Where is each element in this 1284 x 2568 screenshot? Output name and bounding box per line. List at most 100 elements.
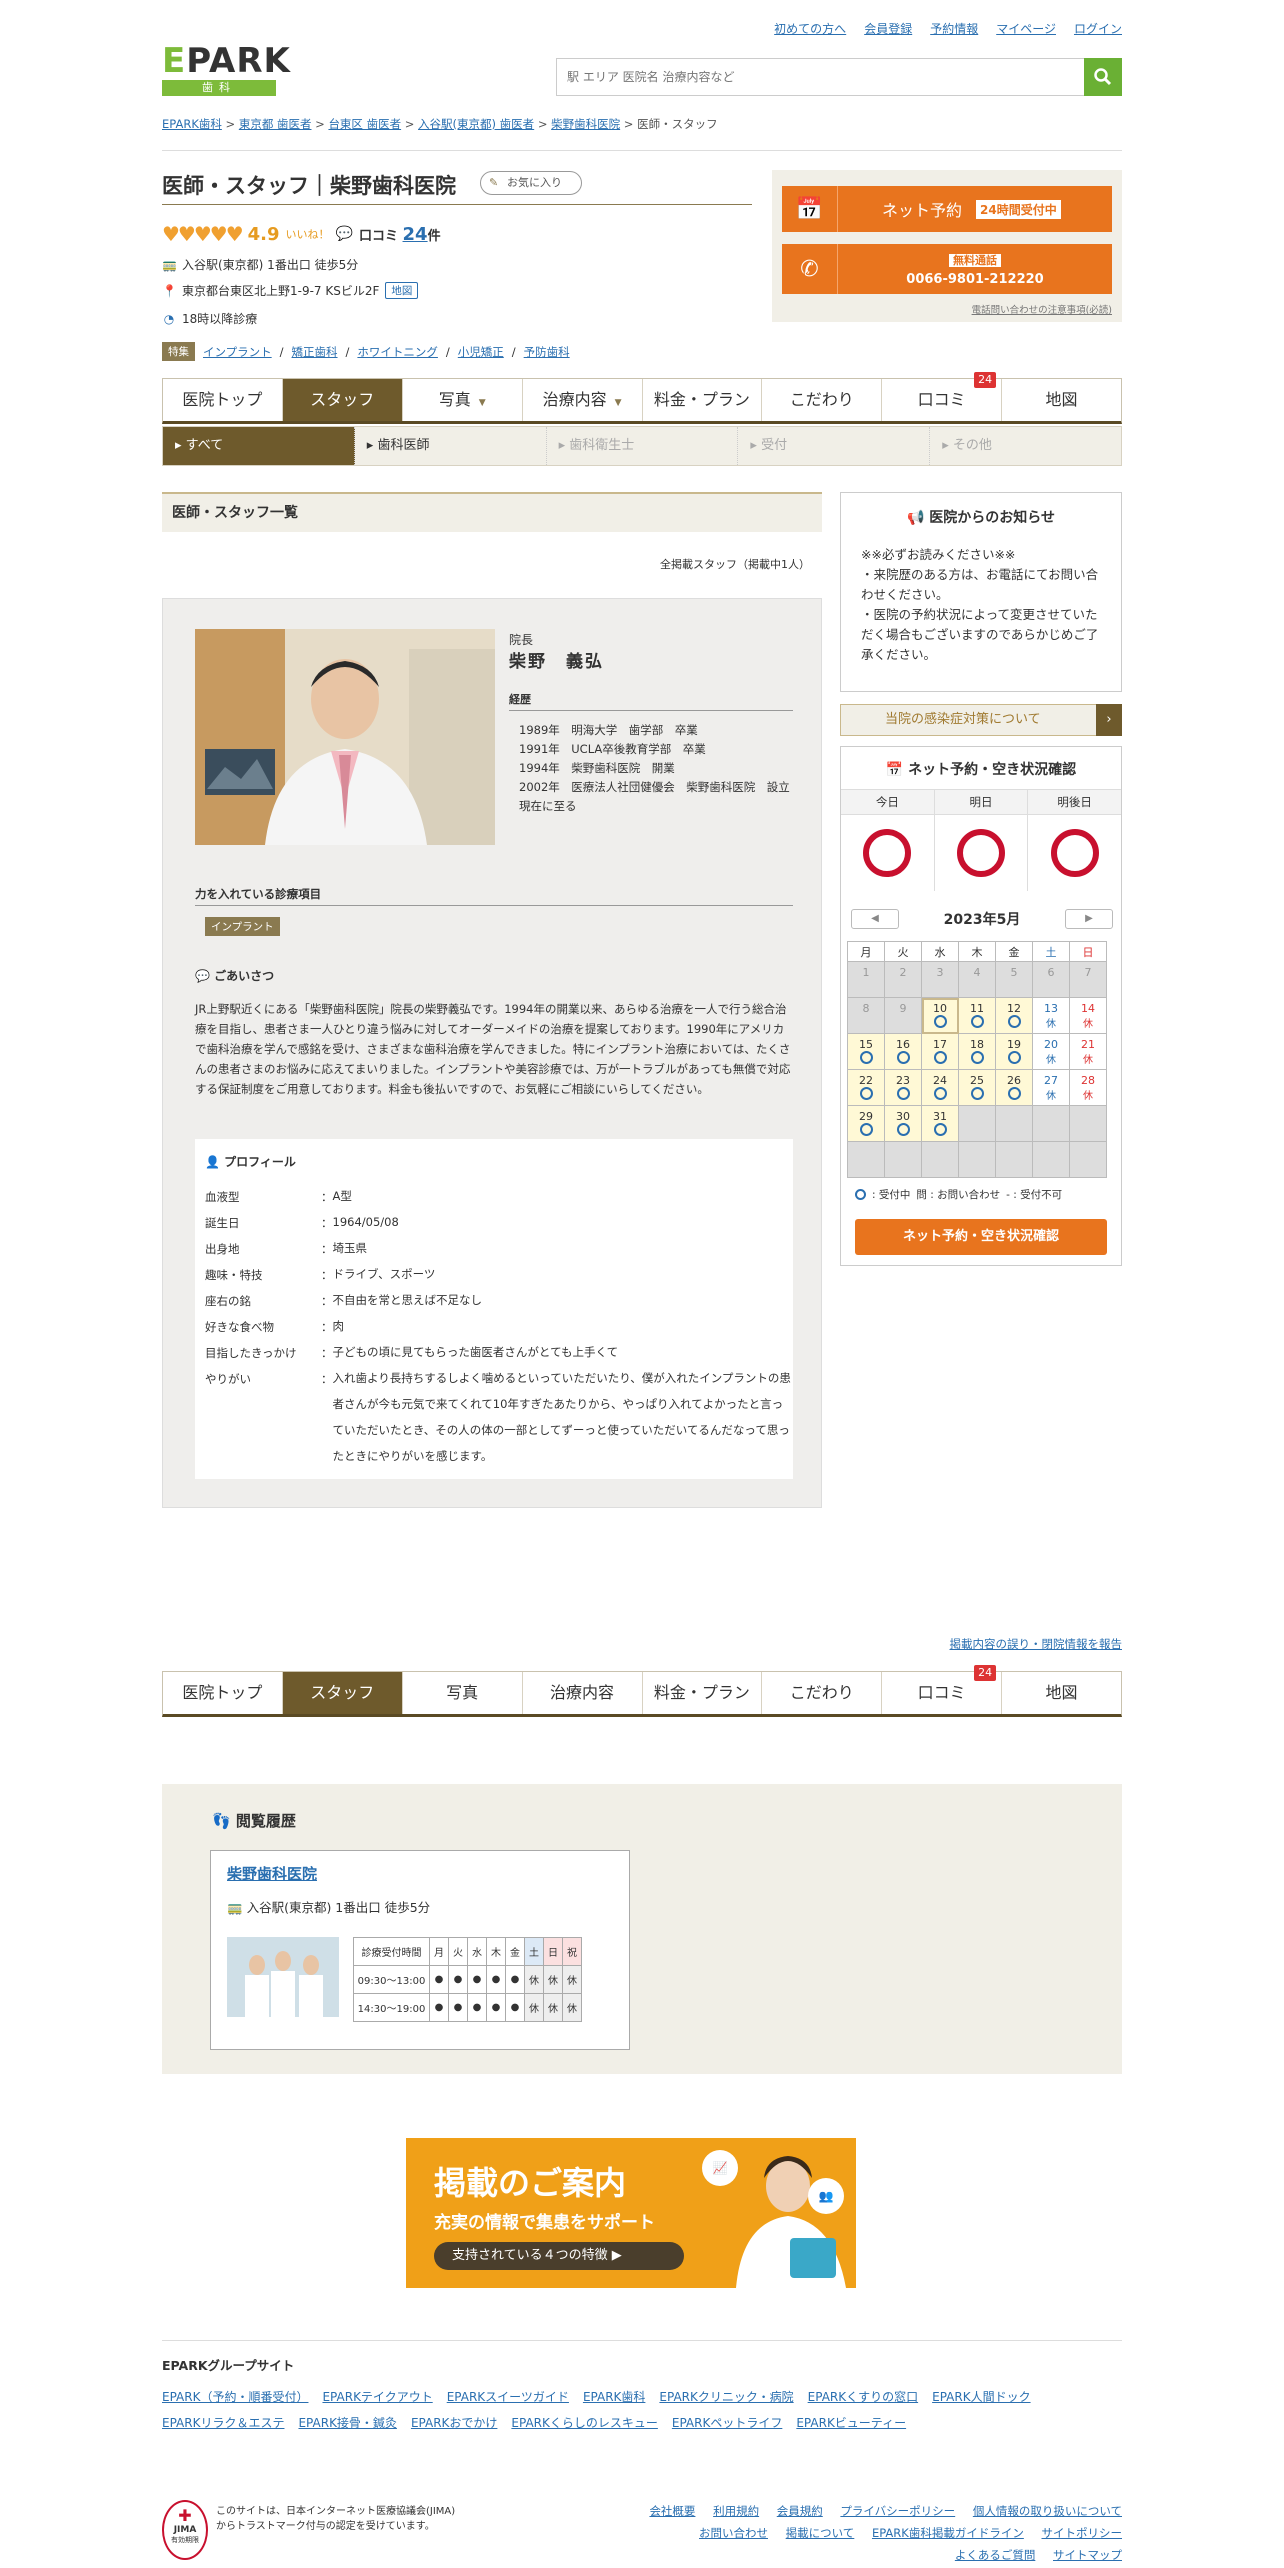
availability-button[interactable]: ネット予約・空き状況確認 <box>855 1219 1107 1255</box>
group-link[interactable]: EPARKクリニック・病院 <box>659 2384 793 2410</box>
footer-link[interactable]: 利用規約 <box>713 2504 759 2518</box>
day-after[interactable]: 明後日 <box>1028 790 1122 891</box>
crumb-link[interactable]: 入谷駅(東京都) 歯医者 <box>418 117 534 131</box>
footer-link[interactable]: 掲載について <box>786 2526 855 2540</box>
map-link[interactable]: 地図 <box>385 282 419 299</box>
subtab-dentist[interactable]: ▸ 歯科医師 <box>355 427 547 465</box>
calendar-day[interactable]: 15 <box>847 1033 885 1070</box>
group-link[interactable]: EPARKペットライフ <box>672 2410 782 2436</box>
link-login[interactable]: ログイン <box>1074 20 1122 37</box>
footer-link[interactable]: 個人情報の取り扱いについて <box>973 2504 1122 2518</box>
phone-note-link[interactable]: 電話問い合わせの注意事項(必読) <box>972 302 1112 316</box>
tab-top[interactable]: 医院トップ <box>163 379 283 421</box>
feature-link[interactable]: 予防歯科 <box>524 344 570 360</box>
calendar-month: 2023年5月 <box>943 912 1021 928</box>
calendar-day[interactable]: 30 <box>884 1105 922 1142</box>
history-clinic-link[interactable]: 柴野歯科医院 <box>227 1863 317 1884</box>
footer-link[interactable]: EPARK歯科掲載ガイドライン <box>872 2526 1024 2540</box>
favorite-button[interactable]: ✎ お気に入り <box>480 171 582 195</box>
calendar-day[interactable]: 23 <box>884 1069 922 1106</box>
tab-treatment[interactable]: 治療内容 <box>523 1672 643 1714</box>
footer-link[interactable]: サイトマップ <box>1053 2548 1122 2562</box>
feature-link[interactable]: 矯正歯科 <box>292 344 338 360</box>
calendar-day[interactable]: 11 <box>958 997 996 1034</box>
jima-seal[interactable]: ✚ JIMA 有効期限 <box>162 2500 208 2560</box>
history-card[interactable]: 柴野歯科医院 🚃 入谷駅(東京都) 1番出口 徒歩5分 診療受付時間月火水木金土… <box>210 1850 630 2050</box>
report-link[interactable]: 掲載内容の誤り・閉院情報を報告 <box>950 1636 1123 1652</box>
tab-photo[interactable]: 写真 <box>403 1672 523 1714</box>
crumb-link[interactable]: EPARK歯科 <box>162 117 222 131</box>
calendar-day[interactable]: 24 <box>921 1069 959 1106</box>
net-reserve-button[interactable]: 📅 ネット予約 24時間受付中 <box>782 186 1112 232</box>
group-link[interactable]: EPARKテイクアウト <box>322 2384 432 2410</box>
footer-link[interactable]: よくあるご質問 <box>955 2548 1036 2562</box>
footer-link[interactable]: サイトポリシー <box>1042 2526 1123 2540</box>
calendar-day[interactable]: 10 <box>921 997 959 1034</box>
crumb-link[interactable]: 柴野歯科医院 <box>551 117 620 131</box>
tab-kodawari[interactable]: こだわり <box>762 1672 883 1714</box>
group-link[interactable]: EPARK歯科 <box>583 2384 645 2410</box>
calendar-day[interactable]: 22 <box>847 1069 885 1106</box>
search-button[interactable] <box>1084 58 1122 96</box>
tab-price[interactable]: 料金・プラン <box>643 379 763 421</box>
feature-link[interactable]: 小児矯正 <box>458 344 504 360</box>
tab-review[interactable]: 口コミ 24 <box>882 372 1003 421</box>
feature-link[interactable]: インプラント <box>203 344 272 360</box>
tab-photo[interactable]: 写真 ▼ <box>403 379 523 421</box>
tab-kodawari[interactable]: こだわり <box>762 379 883 421</box>
infection-link[interactable]: 当院の感染症対策について › <box>840 704 1122 736</box>
group-link[interactable]: EPARKビューティー <box>796 2410 906 2436</box>
next-month-button[interactable]: ▶ <box>1065 909 1113 929</box>
review-count[interactable]: 口コミ 24件 <box>359 224 441 245</box>
tab-top[interactable]: 医院トップ <box>163 1672 283 1714</box>
listing-banner[interactable]: 掲載のご案内 充実の情報で集患をサポート 支持されている４つの特徴 ▶ 📈 👥 <box>406 2138 856 2288</box>
group-link[interactable]: EPARKくらしのレスキュー <box>511 2410 657 2436</box>
calendar-day[interactable]: 18 <box>958 1033 996 1070</box>
footer-link[interactable]: プライバシーポリシー <box>840 2504 955 2518</box>
tab-treatment[interactable]: 治療内容 ▼ <box>523 379 643 421</box>
feature-link[interactable]: ホワイトニング <box>357 344 438 360</box>
crumb-link[interactable]: 東京都 歯医者 <box>239 117 312 131</box>
group-link[interactable]: EPARKくすりの窓口 <box>808 2384 918 2410</box>
footer-link[interactable]: 会社概要 <box>649 2504 695 2518</box>
day-tomorrow[interactable]: 明日 <box>934 790 1029 891</box>
search-input[interactable] <box>557 59 1077 95</box>
calendar-day[interactable]: 25 <box>958 1069 996 1106</box>
link-reservation-info[interactable]: 予約情報 <box>930 20 978 37</box>
calendar-day[interactable]: 19 <box>995 1033 1033 1070</box>
tab-map[interactable]: 地図 <box>1002 379 1121 421</box>
subtab-reception[interactable]: ▸ 受付 <box>738 427 931 465</box>
calendar-day[interactable]: 12 <box>995 997 1033 1034</box>
calendar-day[interactable]: 29 <box>847 1105 885 1142</box>
calendar-day[interactable]: 31 <box>921 1105 959 1142</box>
tab-map[interactable]: 地図 <box>1002 1672 1121 1714</box>
crumb-link[interactable]: 台東区 歯医者 <box>328 117 401 131</box>
calendar-day[interactable]: 26 <box>995 1069 1033 1106</box>
tab-staff[interactable]: スタッフ <box>282 379 403 421</box>
group-link[interactable]: EPARKリラク＆エステ <box>162 2410 284 2436</box>
link-register[interactable]: 会員登録 <box>864 20 912 37</box>
epark-logo[interactable]: EPARK 歯科 <box>162 44 291 96</box>
group-link[interactable]: EPARK接骨・鍼灸 <box>298 2410 396 2436</box>
day-today[interactable]: 今日 <box>841 790 935 891</box>
availability-box: 📅 ネット予約・空き状況確認 今日 明日 明後日 ◀ 2023年5月 ▶ 月火水… <box>840 746 1122 1266</box>
calendar-day[interactable]: 16 <box>884 1033 922 1070</box>
tab-review[interactable]: 口コミ 24 <box>882 1665 1003 1714</box>
subtab-other[interactable]: ▸ その他 <box>930 427 1121 465</box>
link-first-time[interactable]: 初めての方へ <box>774 20 846 37</box>
link-mypage[interactable]: マイページ <box>996 20 1056 37</box>
subtab-hygienist[interactable]: ▸ 歯科衛生士 <box>547 427 739 465</box>
footer-link[interactable]: 会員規約 <box>777 2504 823 2518</box>
group-link[interactable]: EPARKスイーツガイド <box>447 2384 569 2410</box>
subtab-all[interactable]: ▸ すべて <box>163 427 355 465</box>
prev-month-button[interactable]: ◀ <box>851 909 899 929</box>
phone-button[interactable]: ✆ 無料通話 0066-9801-212220 <box>782 244 1112 294</box>
calendar-day[interactable]: 17 <box>921 1033 959 1070</box>
tab-staff[interactable]: スタッフ <box>282 1672 403 1714</box>
footer-link[interactable]: お問い合わせ <box>699 2526 768 2540</box>
group-link[interactable]: EPARK人間ドック <box>932 2384 1030 2410</box>
group-link[interactable]: EPARKおでかけ <box>411 2410 497 2436</box>
tab-price[interactable]: 料金・プラン <box>643 1672 763 1714</box>
group-link[interactable]: EPARK（予約・順番受付） <box>162 2384 308 2410</box>
group-title: EPARKグループサイト <box>162 2358 295 2373</box>
